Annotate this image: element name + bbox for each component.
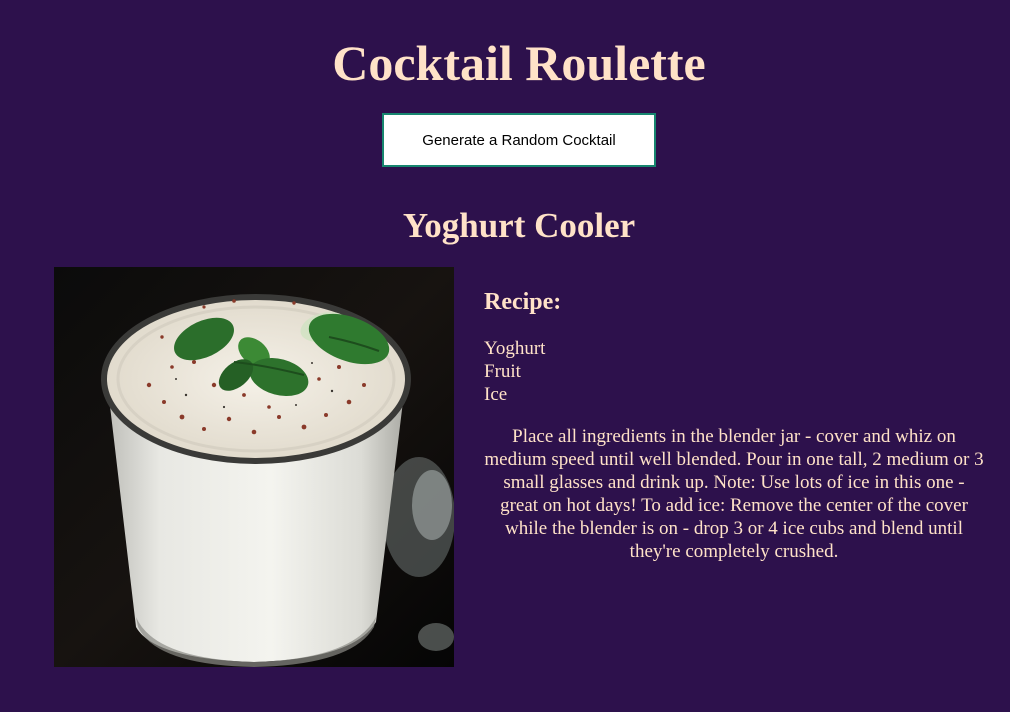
cocktail-name: Yoghurt Cooler: [402, 206, 636, 245]
recipe-instructions: Place all ingredients in the blender jar…: [484, 426, 984, 562]
recipe-heading: Recipe:: [484, 289, 562, 315]
app-title: Cocktail Roulette: [332, 35, 706, 91]
ingredient-item: Ice: [484, 384, 508, 405]
ingredient-item: Fruit: [484, 361, 521, 382]
ingredient-list: Yoghurt Fruit Ice: [484, 337, 545, 406]
cocktail-photo: [54, 267, 454, 667]
generate-random-cocktail-button[interactable]: Generate a Random Cocktail: [382, 113, 656, 167]
ingredient-item: Yoghurt: [484, 338, 546, 359]
